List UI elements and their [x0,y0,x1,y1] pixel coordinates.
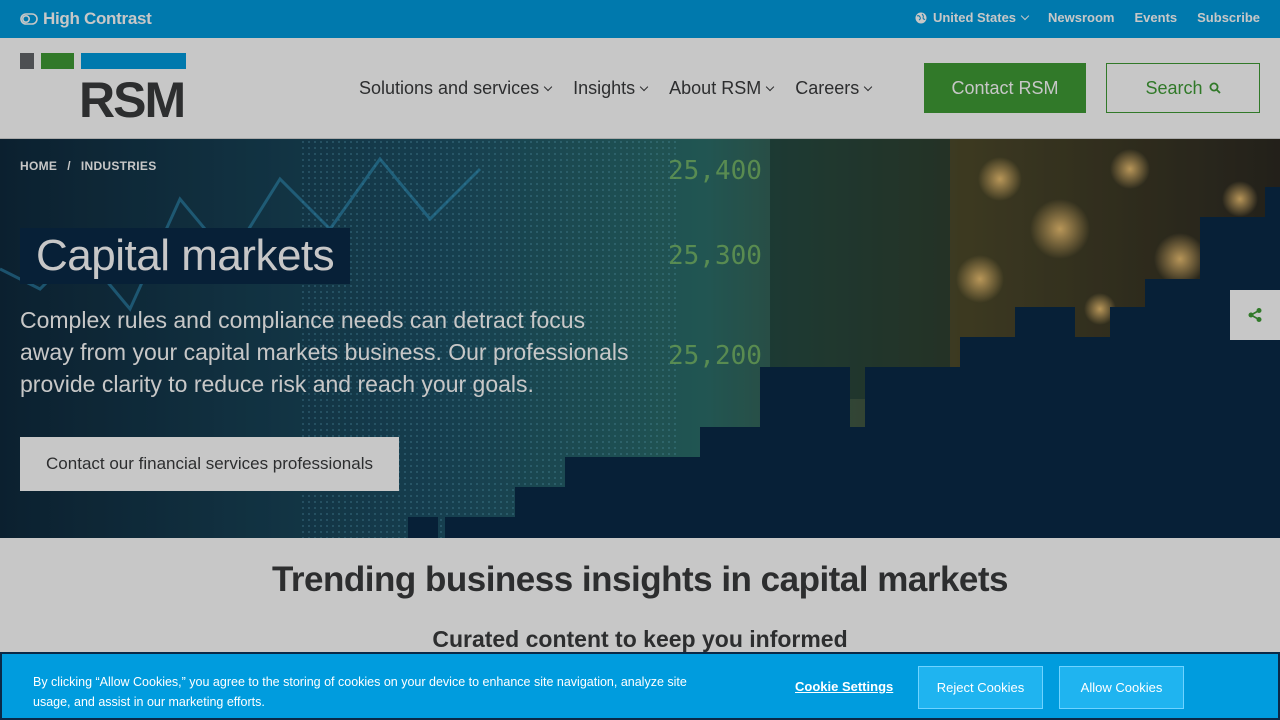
cookie-banner: By clicking “Allow Cookies,” you agree t… [0,652,1280,720]
cookie-settings-link[interactable]: Cookie Settings [795,679,893,694]
allow-cookies-button[interactable]: Allow Cookies [1059,666,1184,709]
reject-cookies-button[interactable]: Reject Cookies [918,666,1043,709]
cookie-consent-text: By clicking “Allow Cookies,” you agree t… [33,675,687,709]
page-dim-overlay [0,0,1280,720]
